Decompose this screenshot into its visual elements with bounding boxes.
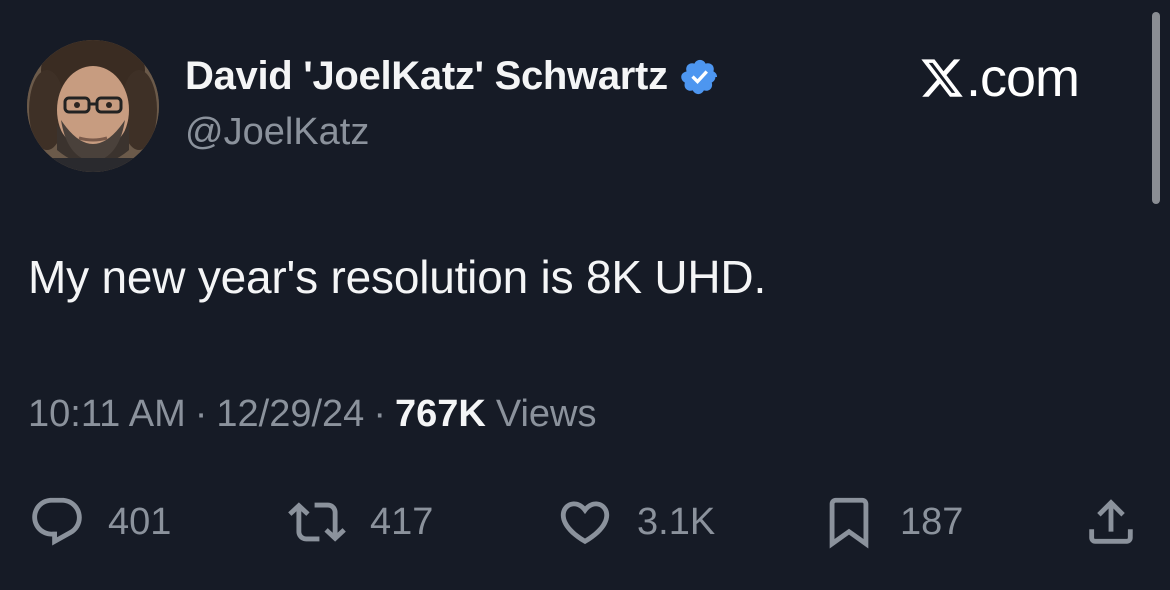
views-label: Views [495, 393, 597, 435]
x-logo-icon [921, 59, 963, 97]
meta-separator: · [194, 393, 208, 435]
repost-icon [288, 502, 346, 542]
verified-badge-icon [681, 59, 717, 94]
tweet-date[interactable]: 12/29/24 [216, 393, 364, 436]
scrollbar[interactable] [1152, 12, 1160, 204]
repost-count: 417 [370, 500, 434, 543]
brand-text: .com [966, 48, 1080, 108]
bookmark-button[interactable]: 187 [820, 493, 963, 551]
author-name-row[interactable]: David 'JoelKatz' Schwartz [185, 54, 720, 99]
author-display-name[interactable]: David 'JoelKatz' Schwartz [185, 54, 668, 99]
repost-button[interactable]: 417 [286, 493, 433, 551]
tweet-meta: 10:11 AM · 12/29/24 · 767K Views [28, 393, 597, 436]
bookmark-icon [829, 497, 869, 549]
author-handle[interactable]: @JoelKatz [185, 111, 369, 154]
views-count: 767K [394, 393, 486, 435]
share-icon [1089, 499, 1133, 544]
reply-icon [32, 497, 82, 546]
reply-count: 401 [108, 500, 172, 543]
reply-button[interactable]: 401 [28, 493, 171, 551]
tweet-time[interactable]: 10:11 AM [28, 393, 186, 436]
brand-logo: .com [918, 48, 1080, 108]
heart-icon [560, 501, 610, 545]
tweet-text: My new year's resolution is 8K UHD. [28, 251, 767, 303]
share-button[interactable] [1082, 493, 1140, 551]
meta-separator: · [373, 393, 386, 435]
like-count: 3.1K [637, 500, 716, 543]
bookmark-count: 187 [900, 500, 964, 543]
avatar[interactable] [27, 40, 159, 172]
like-button[interactable]: 3.1K [555, 493, 715, 551]
